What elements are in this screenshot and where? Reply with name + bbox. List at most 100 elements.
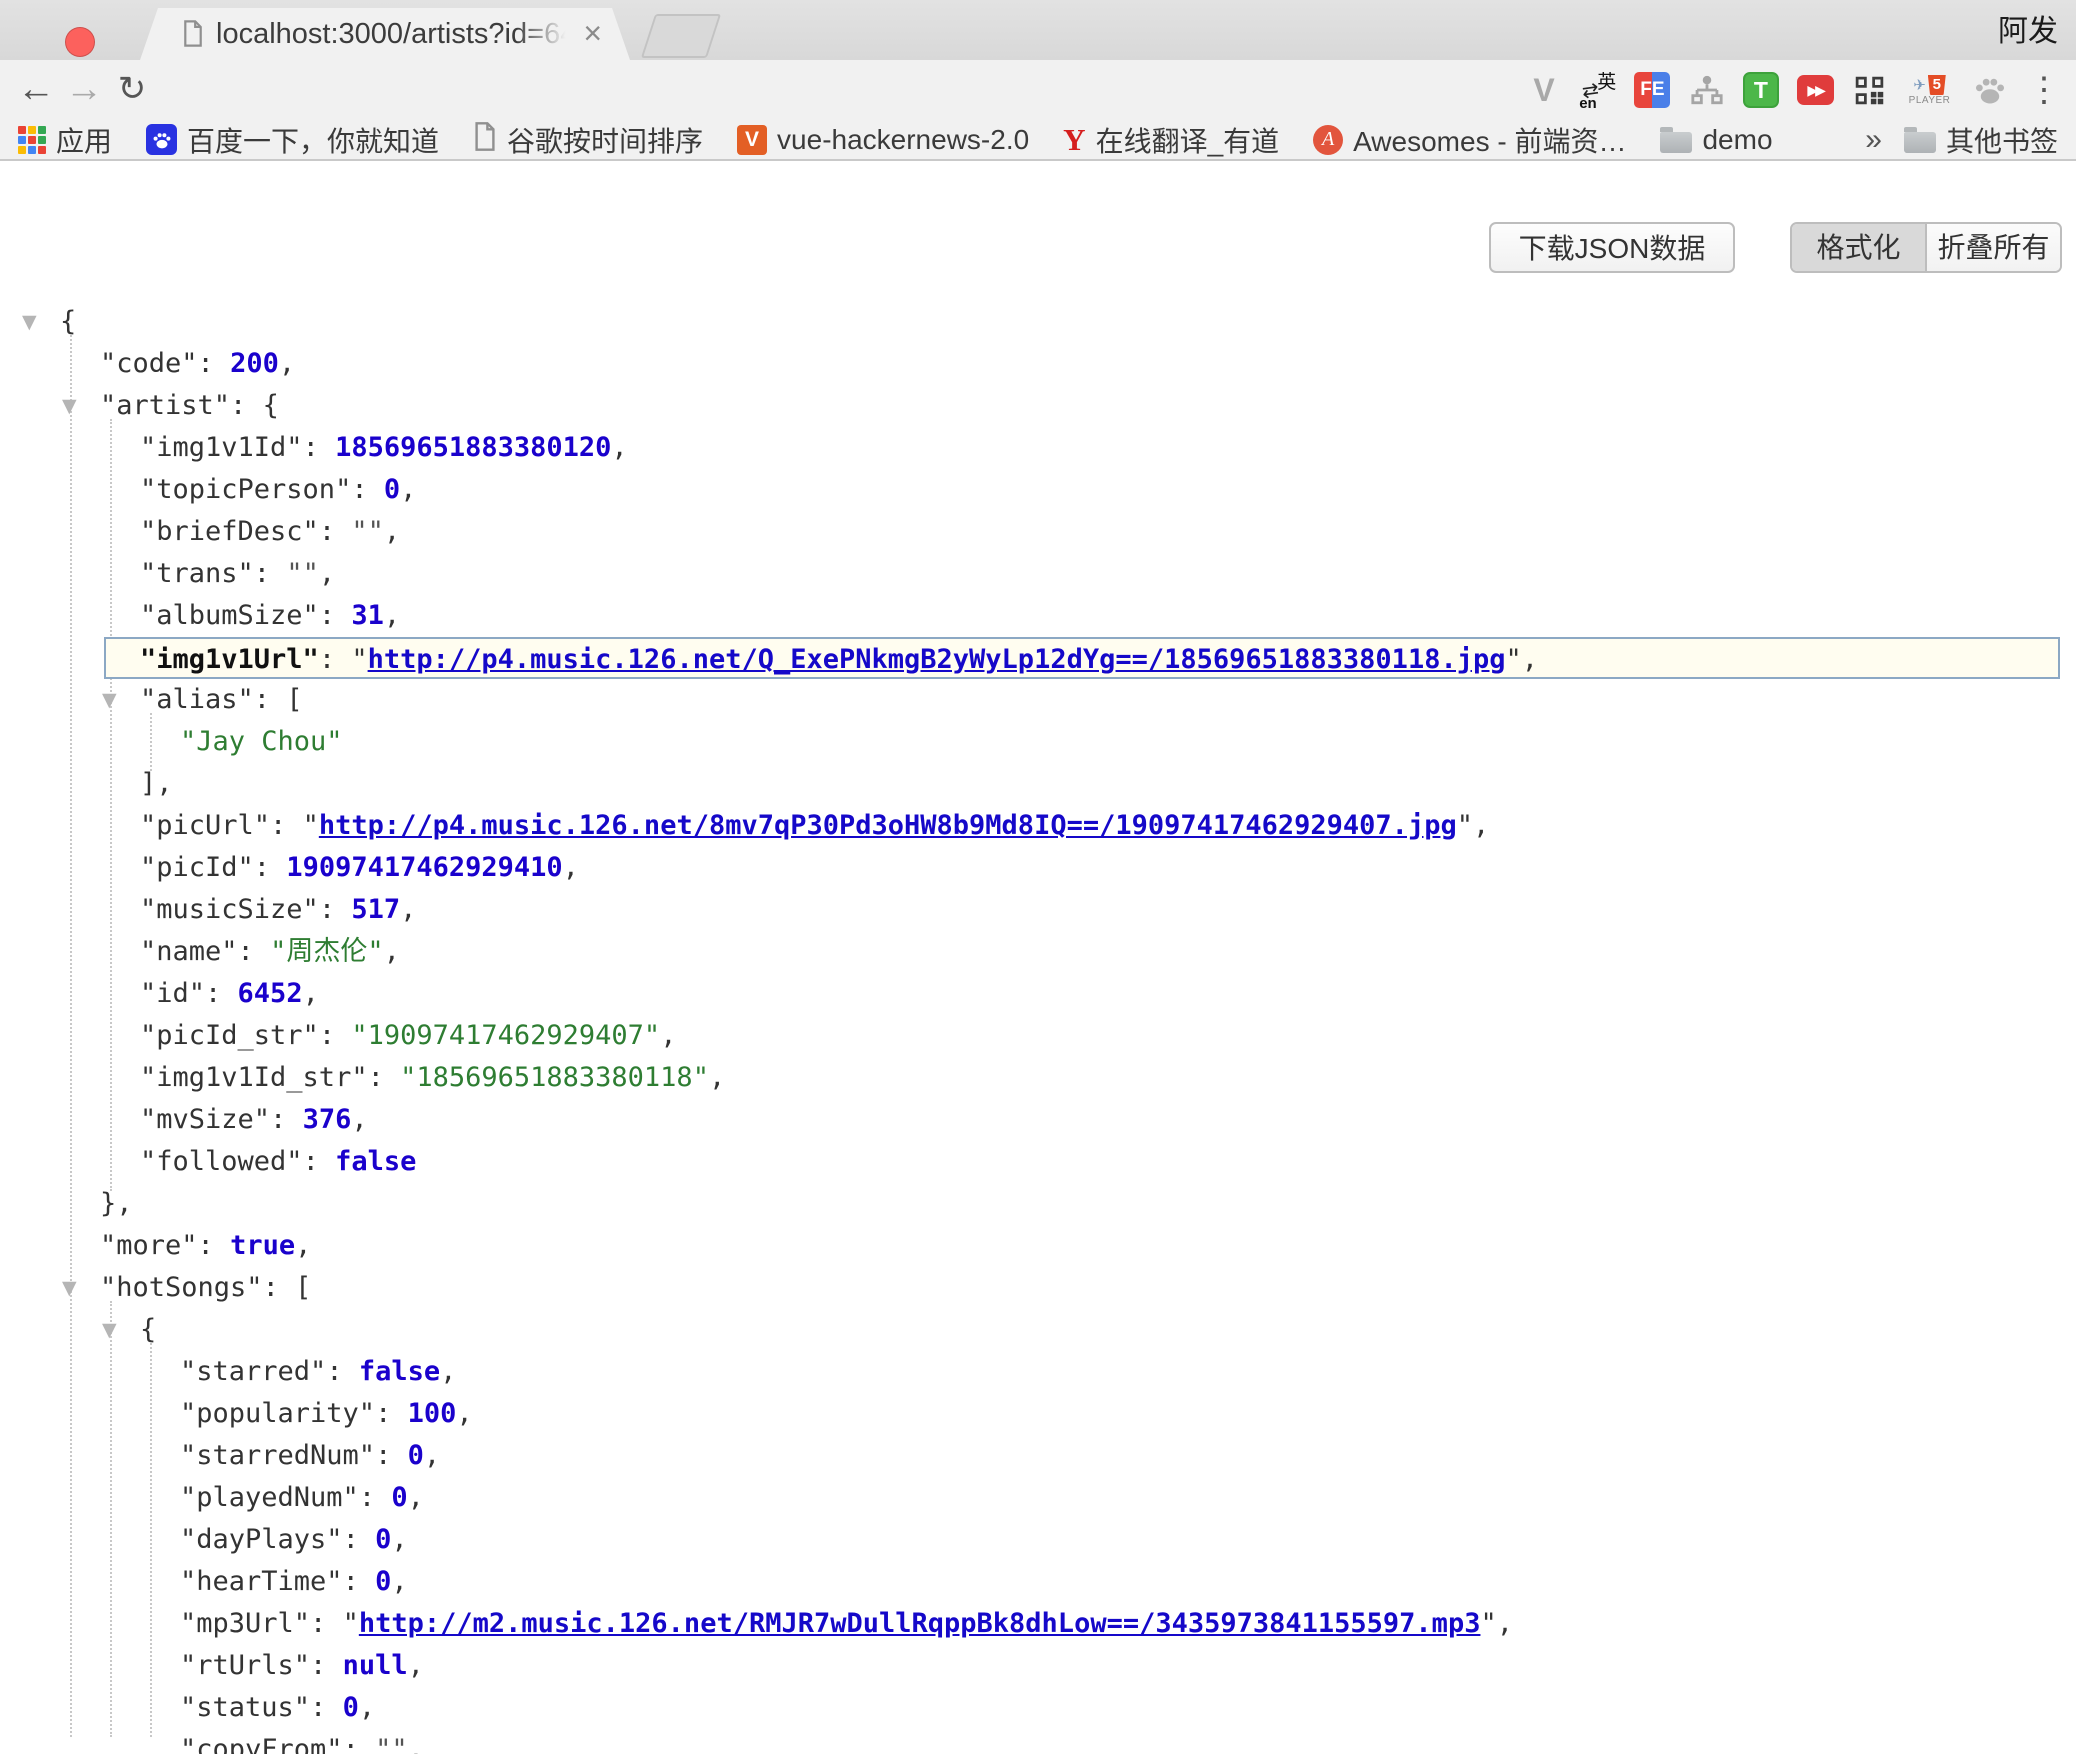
html5-player-extension-icon[interactable]: ✈5 PLAYER xyxy=(1904,70,1956,110)
bookmark-label: 谷歌按时间排序 xyxy=(507,120,703,160)
apps-icon xyxy=(18,126,46,154)
json-key: "status" xyxy=(180,1692,310,1723)
json-punctuation: : xyxy=(198,1230,231,1261)
json-punctuation: : xyxy=(343,1734,376,1754)
bookmark-label: vue-hackernews-2.0 xyxy=(777,124,1029,156)
download-json-button[interactable]: 下载JSON数据 xyxy=(1489,222,1735,273)
browser-toolbar: ← → ↻ i localhost:3000/artists?id=6452 ☆… xyxy=(0,60,2076,120)
org-chart-glyph xyxy=(1690,73,1724,107)
tab-bar: localhost:3000/artists?id=6452 × 阿发 xyxy=(0,0,2076,60)
fe-extension-icon[interactable]: FE xyxy=(1632,70,1672,110)
json-punctuation: : xyxy=(254,852,287,883)
json-punctuation: " xyxy=(343,1608,359,1639)
qr-code-extension-icon[interactable] xyxy=(1849,70,1889,110)
json-empty-string-value: "" xyxy=(375,1734,408,1754)
back-button[interactable]: ← xyxy=(14,60,58,120)
json-number-value: 18569651883380120 xyxy=(335,432,611,463)
json-punctuation: : xyxy=(368,1062,401,1093)
json-key: "playedNum" xyxy=(180,1482,359,1513)
reload-button[interactable]: ↻ xyxy=(110,60,154,120)
json-key: "picId_str" xyxy=(140,1020,319,1051)
json-punctuation: , xyxy=(400,474,416,505)
json-string-value: "Jay Chou" xyxy=(180,726,343,757)
json-line: "followed": false xyxy=(0,1141,2076,1183)
json-line: "img1v1Id_str": "18569651883380118", xyxy=(0,1057,2076,1099)
json-url-link[interactable]: http://m2.music.126.net/RMJR7wDullRqppBk… xyxy=(359,1608,1481,1639)
json-line: "starredNum": 0, xyxy=(0,1435,2076,1477)
json-key: "albumSize" xyxy=(140,600,319,631)
json-key: "musicSize" xyxy=(140,894,319,925)
json-key: "artist" xyxy=(100,390,230,421)
bookmark-item[interactable]: 百度一下，你就知道 xyxy=(146,120,439,160)
json-url-link[interactable]: http://p4.music.126.net/Q_ExePNkmgB2yWyL… xyxy=(368,644,1506,675)
json-punctuation: : xyxy=(205,978,238,1009)
translate-extension-icon[interactable]: 英 ⇄ en xyxy=(1578,70,1618,110)
vue-devtools-icon[interactable]: V xyxy=(1524,70,1564,110)
collapse-triangle-icon[interactable]: ▼ xyxy=(102,1309,140,1351)
bookmark-item[interactable]: Y在线翻译_有道 xyxy=(1063,120,1279,160)
paw-glyph xyxy=(1973,73,2007,107)
json-line: "Jay Chou" xyxy=(0,721,2076,763)
json-number-value: 200 xyxy=(230,348,279,379)
json-empty-string-value: "" xyxy=(286,558,319,589)
paw-extension-icon[interactable] xyxy=(1970,70,2010,110)
json-key: "copyFrom" xyxy=(180,1734,343,1754)
tampermonkey-extension-icon[interactable]: T xyxy=(1741,70,1781,110)
bookmark-item[interactable]: 应用 xyxy=(18,120,112,160)
new-tab-button[interactable] xyxy=(641,14,721,58)
other-bookmarks-folder[interactable]: 其他书签 xyxy=(1904,120,2058,160)
bookmark-item[interactable]: demo xyxy=(1660,124,1772,156)
bookmark-item[interactable]: Vvue-hackernews-2.0 xyxy=(737,124,1029,156)
json-line: "picId_str": "19097417462929407", xyxy=(0,1015,2076,1057)
json-number-value: 0 xyxy=(375,1566,391,1597)
json-number-value: 0 xyxy=(384,474,400,505)
json-punctuation: : xyxy=(326,1356,359,1387)
collapse-triangle-icon[interactable]: ▼ xyxy=(102,679,140,721)
bookmark-item[interactable]: 谷歌按时间排序 xyxy=(473,120,703,160)
json-line: "id": 6452, xyxy=(0,973,2076,1015)
json-line: "status": 0, xyxy=(0,1687,2076,1729)
bookmarks-overflow-icon[interactable]: » xyxy=(1865,123,1882,157)
json-punctuation: , xyxy=(359,1692,375,1723)
json-line: "img1v1Id": 18569651883380120, xyxy=(0,427,2076,469)
json-number-value: 6452 xyxy=(238,978,303,1009)
json-punctuation: ], xyxy=(140,768,173,799)
json-key: "hotSongs" xyxy=(100,1272,263,1303)
json-line-highlighted: "img1v1Url": "http://p4.music.126.net/Q_… xyxy=(104,637,2060,679)
json-keyword-value: false xyxy=(335,1146,416,1177)
tab-close-icon[interactable]: × xyxy=(583,8,602,60)
json-key: "topicPerson" xyxy=(140,474,351,505)
youdao-icon: Y xyxy=(1063,122,1085,158)
json-punctuation: : xyxy=(319,1020,352,1051)
json-punctuation: : xyxy=(319,600,352,631)
bookmark-label: 应用 xyxy=(56,120,112,160)
json-number-value: 0 xyxy=(408,1440,424,1471)
collapse-triangle-icon[interactable]: ▼ xyxy=(62,1267,100,1309)
json-punctuation: : xyxy=(270,1104,303,1135)
json-punctuation: : xyxy=(343,1524,376,1555)
format-button[interactable]: 格式化 xyxy=(1792,224,1927,271)
collapse-triangle-icon[interactable]: ▼ xyxy=(62,385,100,427)
json-key: "followed" xyxy=(140,1146,303,1177)
json-keyword-value: true xyxy=(230,1230,295,1261)
org-chart-extension-icon[interactable] xyxy=(1687,70,1727,110)
translate-zh-glyph: 英 xyxy=(1597,67,1616,94)
json-url-link[interactable]: http://p4.music.126.net/8mv7qP30Pd3oHW8b… xyxy=(319,810,1457,841)
json-punctuation: , xyxy=(319,558,335,589)
close-window-button[interactable] xyxy=(65,27,95,57)
fe-glyph: FE xyxy=(1634,72,1670,108)
json-key: "popularity" xyxy=(180,1398,375,1429)
collapse-all-button[interactable]: 折叠所有 xyxy=(1927,224,2060,271)
json-string-value: "18569651883380118" xyxy=(400,1062,709,1093)
json-line: "starred": false, xyxy=(0,1351,2076,1393)
json-line: "trans": "", xyxy=(0,553,2076,595)
tab-title-fade xyxy=(516,8,578,60)
json-line: "picUrl": "http://p4.music.126.net/8mv7q… xyxy=(0,805,2076,847)
profile-name[interactable]: 阿发 xyxy=(1998,0,2058,60)
collapse-triangle-icon[interactable]: ▼ xyxy=(22,301,60,343)
chrome-menu-icon[interactable]: ⋮ xyxy=(2024,70,2064,110)
video-speed-extension-icon[interactable]: ▶▶ xyxy=(1795,70,1835,110)
json-number-value: 376 xyxy=(303,1104,352,1135)
bookmark-item[interactable]: AAwesomes - 前端资… xyxy=(1313,120,1626,160)
browser-tab[interactable]: localhost:3000/artists?id=6452 × xyxy=(140,8,630,60)
